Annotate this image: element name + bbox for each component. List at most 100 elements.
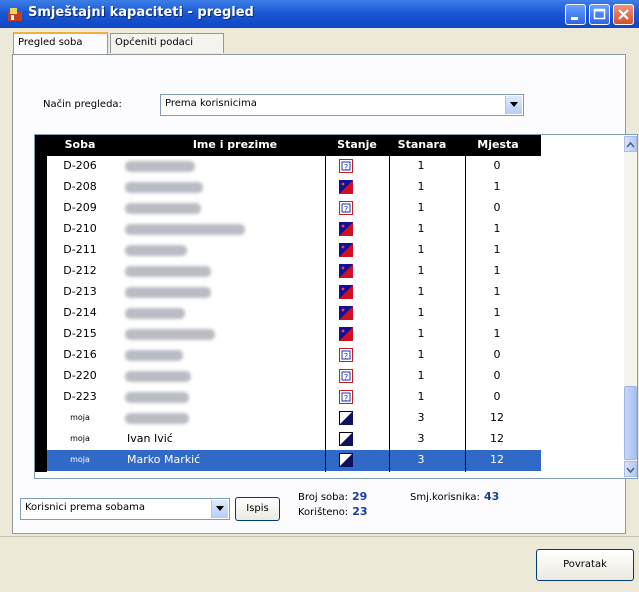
cell-mjesta: 0 bbox=[493, 348, 501, 361]
cell-stanje bbox=[339, 453, 353, 467]
divider bbox=[0, 536, 639, 537]
tab-pregled-soba[interactable]: Pregled soba bbox=[13, 32, 108, 54]
cell-soba: D-211 bbox=[63, 243, 97, 256]
cell-mjesta: 0 bbox=[493, 369, 501, 382]
column-divider bbox=[325, 156, 326, 472]
cell-soba: D-210 bbox=[63, 222, 97, 235]
cell-mjesta: 1 bbox=[493, 306, 501, 319]
empty-room-icon: ? bbox=[339, 348, 353, 362]
svg-text:?: ? bbox=[344, 352, 348, 361]
cell-mjesta: 1 bbox=[493, 264, 501, 277]
cell-stanara: 1 bbox=[417, 285, 425, 298]
tab-opceniti-podaci[interactable]: Općeniti podaci bbox=[110, 33, 224, 53]
occupied-room-icon bbox=[339, 222, 353, 236]
minimize-button[interactable] bbox=[565, 4, 586, 25]
view-mode-select[interactable]: Prema korisnicima bbox=[160, 94, 524, 116]
room-count-stat: Broj soba: 29 bbox=[298, 490, 367, 503]
window-title: Smještajni kapaciteti - pregled bbox=[28, 5, 254, 20]
cell-stanara: 1 bbox=[417, 201, 425, 214]
table-row[interactable]: D-214 1 1 bbox=[47, 303, 541, 324]
cell-stanje bbox=[339, 411, 353, 425]
user-count-stat: Smj.korisnika: 43 bbox=[410, 490, 499, 503]
column-divider bbox=[389, 156, 390, 472]
cell-soba: moja bbox=[70, 434, 90, 443]
cell-stanara: 1 bbox=[417, 264, 425, 277]
table-row[interactable]: D-223? 1 0 bbox=[47, 387, 541, 408]
back-button[interactable]: Povratak bbox=[536, 549, 634, 581]
cell-stanara: 1 bbox=[417, 327, 425, 340]
scroll-down-button[interactable] bbox=[624, 461, 637, 477]
cell-mjesta: 1 bbox=[493, 222, 501, 235]
table-row[interactable]: D-216? 1 0 bbox=[47, 345, 541, 366]
title-bar[interactable]: Smještajni kapaciteti - pregled bbox=[0, 0, 639, 28]
cell-stanara: 1 bbox=[417, 243, 425, 256]
dropdown-button[interactable] bbox=[211, 500, 228, 518]
dropdown-button[interactable] bbox=[505, 96, 522, 114]
scroll-up-button[interactable] bbox=[624, 136, 637, 152]
cell-stanara: 1 bbox=[417, 348, 425, 361]
redacted-name bbox=[125, 413, 189, 424]
table-row-selected[interactable]: moja Marko Markić 3 12 bbox=[47, 450, 541, 471]
cell-stanara: 3 bbox=[417, 432, 425, 445]
cell-ime: Ivan Ivić bbox=[127, 432, 173, 445]
cell-stanara: 1 bbox=[417, 369, 425, 382]
close-icon bbox=[618, 9, 629, 20]
redacted-name bbox=[125, 161, 195, 172]
rooms-table[interactable]: Soba Ime i prezime Stanje Stanara Mjesta… bbox=[34, 134, 638, 479]
table-row[interactable]: moja 3 12 bbox=[47, 408, 541, 429]
scroll-thumb[interactable] bbox=[624, 386, 637, 460]
partial-room-icon bbox=[339, 411, 353, 425]
cell-stanje bbox=[339, 285, 353, 299]
cell-stanje bbox=[339, 327, 353, 341]
table-row[interactable]: D-209? 1 0 bbox=[47, 198, 541, 219]
print-button[interactable]: Ispis bbox=[235, 497, 280, 521]
column-header-soba[interactable]: Soba bbox=[47, 138, 113, 151]
cell-stanara: 1 bbox=[417, 222, 425, 235]
column-header-ime[interactable]: Ime i prezime bbox=[135, 138, 335, 151]
table-body: D-206? 1 0 D-208 1 1 D-209? 1 0 D-210 1 1 D-211 1 1 D-2… bbox=[47, 156, 541, 472]
cell-stanje: ? bbox=[339, 390, 353, 404]
cell-stanje bbox=[339, 264, 353, 278]
used-label: Korišteno: bbox=[298, 507, 349, 518]
chevron-down-icon bbox=[510, 102, 518, 107]
view-mode-label: Način pregleda: bbox=[43, 99, 122, 110]
empty-room-icon: ? bbox=[339, 201, 353, 215]
vertical-scrollbar[interactable] bbox=[624, 136, 637, 477]
cell-soba: D-212 bbox=[63, 264, 97, 277]
arrow-down-icon bbox=[626, 467, 635, 474]
user-count-value: 43 bbox=[483, 490, 500, 503]
cell-stanara: 1 bbox=[417, 180, 425, 193]
column-header-stanara[interactable]: Stanara bbox=[387, 138, 457, 151]
maximize-icon bbox=[593, 8, 606, 20]
cell-stanara: 3 bbox=[417, 411, 425, 424]
column-header-mjesta[interactable]: Mjesta bbox=[463, 138, 533, 151]
redacted-name bbox=[125, 392, 189, 403]
cell-stanje bbox=[339, 306, 353, 320]
chevron-down-icon bbox=[216, 506, 224, 511]
cell-soba: D-213 bbox=[63, 285, 97, 298]
redacted-name bbox=[125, 350, 183, 361]
close-button[interactable] bbox=[613, 4, 634, 25]
table-row[interactable]: D-213 1 1 bbox=[47, 282, 541, 303]
table-row[interactable]: D-215 1 1 bbox=[47, 324, 541, 345]
cell-stanje: ? bbox=[339, 159, 353, 173]
table-row[interactable]: moja Ivan Ivić 3 12 bbox=[47, 429, 541, 450]
column-divider bbox=[465, 156, 466, 472]
redacted-name bbox=[125, 182, 203, 193]
table-row[interactable]: D-211 1 1 bbox=[47, 240, 541, 261]
table-row[interactable]: D-208 1 1 bbox=[47, 177, 541, 198]
maximize-button[interactable] bbox=[589, 4, 610, 25]
filter-select[interactable]: Korisnici prema sobama bbox=[20, 498, 230, 520]
cell-mjesta: 1 bbox=[493, 327, 501, 340]
table-row[interactable]: D-210 1 1 bbox=[47, 219, 541, 240]
redacted-name bbox=[125, 308, 185, 319]
table-row[interactable]: D-220? 1 0 bbox=[47, 366, 541, 387]
cell-mjesta: 0 bbox=[493, 159, 501, 172]
column-header-stanje[interactable]: Stanje bbox=[331, 138, 383, 151]
cell-soba: D-216 bbox=[63, 348, 97, 361]
cell-soba: D-206 bbox=[63, 159, 97, 172]
cell-stanje bbox=[339, 222, 353, 236]
table-row[interactable]: D-206? 1 0 bbox=[47, 156, 541, 177]
cell-stanje: ? bbox=[339, 369, 353, 383]
table-row[interactable]: D-212 1 1 bbox=[47, 261, 541, 282]
